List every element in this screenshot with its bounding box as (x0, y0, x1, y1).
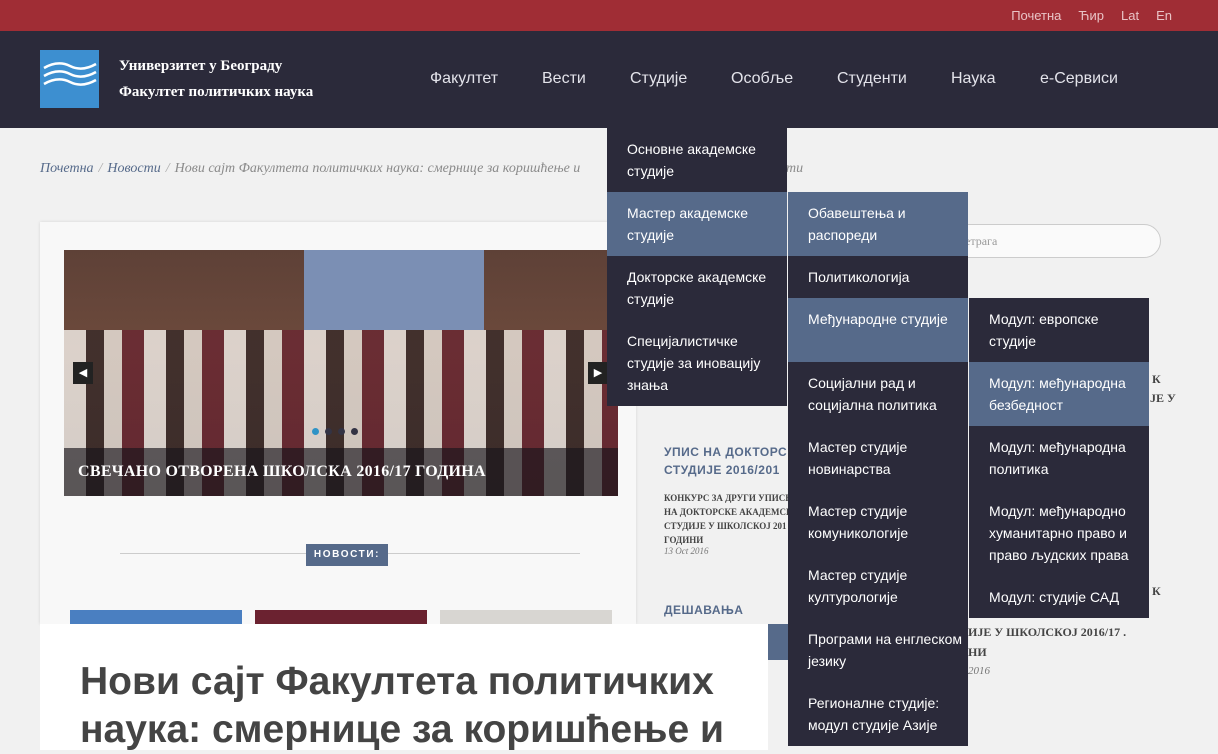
menu-item-social-work[interactable]: Социјални рад и социјална политика (788, 372, 968, 436)
menu-item-regional-studies[interactable]: Регионалне студије: модул студије Азије (788, 692, 968, 746)
sidebar-excerpt: КОНКУРС ЗА ДРУГИ УПИСН (664, 493, 793, 503)
sidebar-heading[interactable]: ДЕШАВАЊА (664, 602, 743, 618)
breadcrumb-news[interactable]: Новости (107, 161, 160, 176)
menu-item-cultural-studies[interactable]: Мастер студије културологије (788, 564, 968, 628)
slider-dot[interactable] (351, 428, 358, 435)
menu-item-notices[interactable]: Обавештења и распореди (788, 192, 968, 256)
master-submenu: Обавештења и распореди Политикологија Ме… (788, 192, 968, 746)
breadcrumb-tail: ти (786, 161, 804, 176)
chevron-left-icon[interactable]: ◀ (73, 362, 93, 384)
topbar-link-english[interactable]: En (1156, 8, 1172, 23)
menu-item-humanitarian-law[interactable]: Модул: међународно хуманитарно право и п… (969, 500, 1149, 584)
news-slider[interactable]: СВЕЧАНО ОТВОРЕНА ШКОЛСКА 2016/17 ГОДИНА (64, 250, 618, 496)
slider-dot[interactable] (325, 428, 332, 435)
breadcrumb-current: Нови сајт Факултета политичких наука: см… (174, 161, 581, 176)
brand-title[interactable]: Универзитет у Београду Факултет политичк… (119, 53, 313, 105)
article-panel: Нови сајт Факултета политичких наука: см… (40, 624, 768, 751)
nav-news[interactable]: Вести (542, 70, 586, 88)
sidebar-excerpt: ГОДИНИ (664, 535, 704, 545)
menu-item-communication[interactable]: Мастер студије комуникологије (788, 500, 968, 564)
menu-item-international-politics[interactable]: Модул: међународна политика (969, 436, 1149, 500)
site-header: Универзитет у Београду Факултет политичк… (0, 31, 1218, 128)
slider-dot[interactable] (312, 428, 319, 435)
menu-item-us-studies[interactable]: Модул: студије САД (969, 586, 1149, 618)
slider-dots (312, 428, 358, 435)
university-logo[interactable] (40, 50, 99, 108)
menu-item-security[interactable]: Модул: међународна безбедност (969, 362, 1149, 426)
sidebar-date: 2016 (968, 665, 990, 677)
menu-item-journalism[interactable]: Мастер студије новинарства (788, 436, 968, 500)
news-section-label: НОВОСТИ: (306, 544, 388, 566)
topbar-link-cyrillic[interactable]: Ћир (1078, 8, 1104, 23)
top-bar: Почетна Ћир Lat En (0, 0, 1218, 31)
menu-item-master[interactable]: Мастер академске студије (607, 192, 787, 256)
brand-faculty: Факултет политичких наука (119, 84, 314, 100)
slider-dot[interactable] (338, 428, 345, 435)
sidebar-date: 13 Oct 2016 (664, 546, 709, 556)
breadcrumb-home[interactable]: Почетна (40, 161, 94, 176)
search-input[interactable]: ретрага (940, 224, 1161, 258)
sidebar-fragment: ИЈЕ У ШКОЛСКОЈ 2016/17 . (968, 625, 1127, 639)
sidebar-heading[interactable]: СТУДИЈЕ 2016/201 (664, 462, 780, 478)
topbar-link-latin[interactable]: Lat (1121, 8, 1139, 23)
slide-caption[interactable]: СВЕЧАНО ОТВОРЕНА ШКОЛСКА 2016/17 ГОДИНА (78, 463, 486, 481)
nav-students[interactable]: Студенти (837, 70, 907, 88)
brand-university: Универзитет у Београду (119, 58, 283, 74)
topbar-link-home[interactable]: Почетна (1011, 8, 1061, 23)
menu-item-english-programs[interactable]: Програми на енглеском језику (788, 628, 968, 692)
nav-faculty[interactable]: Факултет (430, 70, 498, 88)
menu-item-international-studies[interactable]: Међународне студије (788, 298, 968, 362)
menu-item-doctoral[interactable]: Докторске академске студије (607, 266, 787, 330)
news-thumbnail[interactable] (440, 610, 612, 624)
nav-staff[interactable]: Особље (731, 70, 793, 88)
news-thumbnail[interactable] (255, 610, 427, 624)
menu-item-political-science[interactable]: Политикологија (788, 266, 968, 298)
sidebar-excerpt: СТУДИЈЕ У ШКОЛСКОЈ 201 (664, 521, 787, 531)
sidebar-excerpt: НА ДОКТОРСКЕ АКАДЕМСК (664, 507, 793, 517)
menu-item-specialist[interactable]: Специјалистичке студије за иновацију зна… (607, 330, 787, 406)
news-thumbnail[interactable] (70, 610, 242, 624)
nav-science[interactable]: Наука (951, 70, 996, 88)
sidebar-fragment: ЈЕ У (1150, 391, 1176, 405)
slide-image-screen (304, 250, 484, 330)
nav-studies[interactable]: Студије (630, 70, 687, 88)
article-title: Нови сајт Факултета политичких наука: см… (80, 660, 724, 751)
nav-e-services[interactable]: е-Сервиси (1040, 70, 1118, 88)
breadcrumb: Почетна / Новости / Нови сајт Факултета поли… (40, 161, 581, 176)
sidebar-fragment: НИ (968, 645, 987, 659)
chevron-right-icon[interactable]: ▶ (588, 362, 608, 384)
sidebar-fragment: К (1152, 584, 1161, 598)
international-submenu: Модул: европске студије Модул: међународ… (969, 298, 1149, 618)
article-side-button[interactable] (768, 624, 790, 660)
studies-dropdown: Основне академске студије Мастер академс… (607, 128, 787, 406)
sidebar-heading[interactable]: УПИС НА ДОКТОРС (664, 444, 787, 460)
sidebar-fragment: К (1152, 372, 1161, 386)
